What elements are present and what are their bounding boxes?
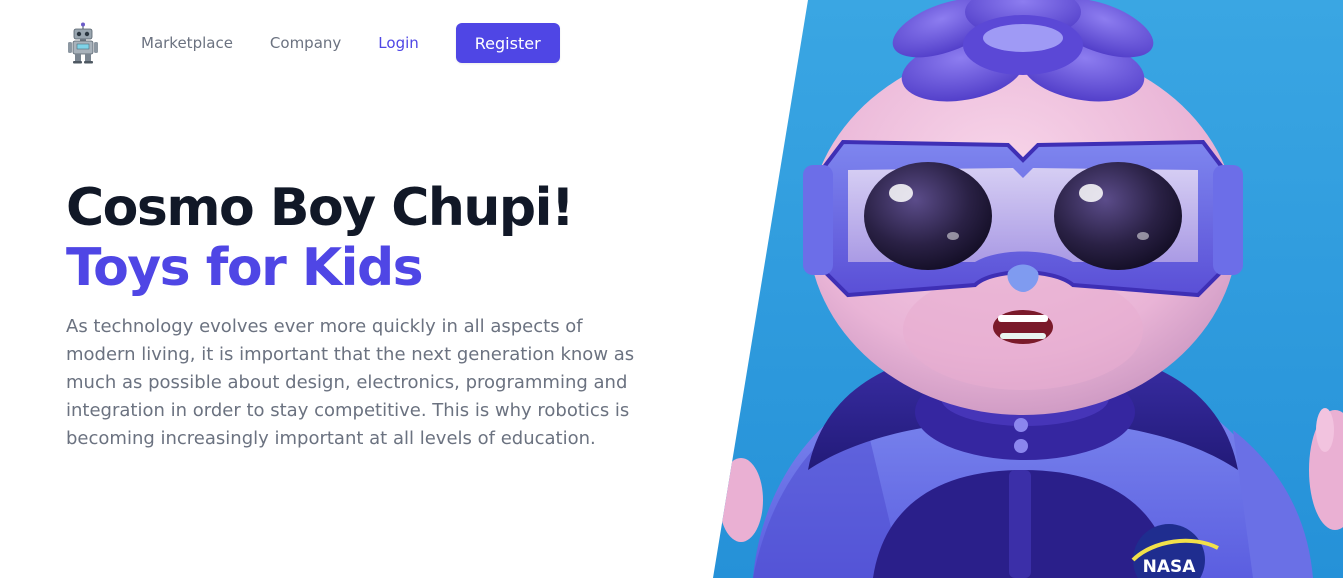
- nav-link-login[interactable]: Login: [378, 34, 418, 52]
- nav-link-company[interactable]: Company: [270, 34, 341, 52]
- robot-logo-icon[interactable]: [66, 22, 100, 64]
- top-nav: Marketplace Company Login Register: [66, 22, 560, 64]
- nasa-badge-text: NASA: [1143, 557, 1197, 577]
- nav-link-marketplace[interactable]: Marketplace: [141, 34, 233, 52]
- hero-description: As technology evolves ever more quickly …: [66, 316, 635, 449]
- hero-title-line2: Toys for Kids: [66, 238, 424, 298]
- landing-page: Marketplace Company Login Register Cosmo…: [0, 0, 1343, 578]
- cosmo-boy-illustration: NASA: [713, 0, 1343, 578]
- hero-title: Cosmo Boy Chupi! Toys for Kids: [66, 178, 666, 298]
- register-button[interactable]: Register: [455, 23, 560, 63]
- hero-illustration: NASA: [713, 0, 1343, 578]
- hero-title-line1: Cosmo Boy Chupi!: [66, 178, 575, 238]
- hero-section: Cosmo Boy Chupi! Toys for Kids As techno…: [66, 178, 666, 453]
